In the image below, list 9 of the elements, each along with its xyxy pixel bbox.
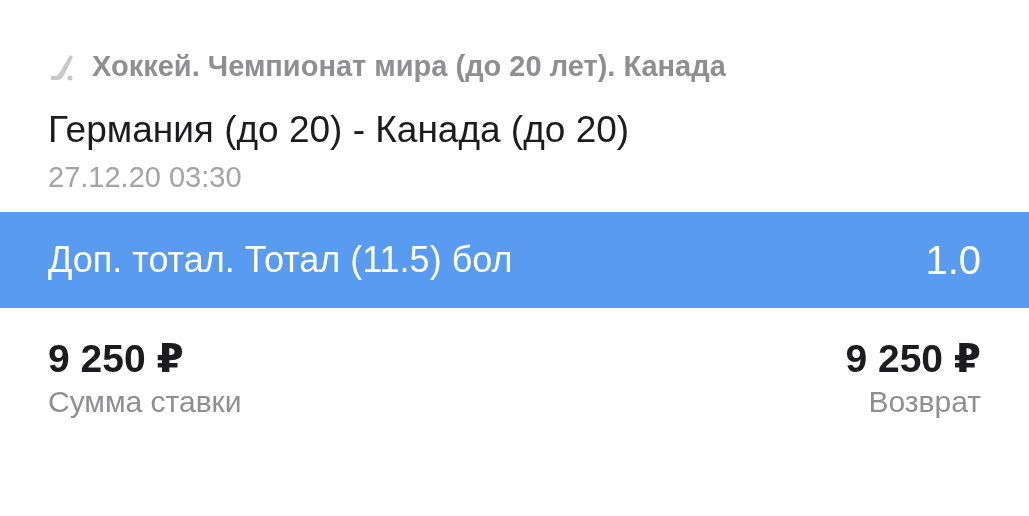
market-name: Доп. тотал. Тотал (11.5) бол: [48, 239, 513, 281]
amount-label: Сумма ставки: [48, 385, 242, 419]
amount-label: Возврат: [868, 385, 981, 419]
tournament-name: Хоккей. Чемпионат мира (до 20 лет). Канада: [92, 50, 726, 83]
match-title: Германия (до 20) - Канада (до 20): [48, 109, 631, 151]
amount-value: 9 250 ₽: [845, 336, 981, 381]
match-datetime: 27.12.20 03:30: [48, 161, 243, 194]
odds-value: 1.0: [925, 237, 981, 283]
amount-value: 9 250 ₽: [48, 336, 185, 381]
